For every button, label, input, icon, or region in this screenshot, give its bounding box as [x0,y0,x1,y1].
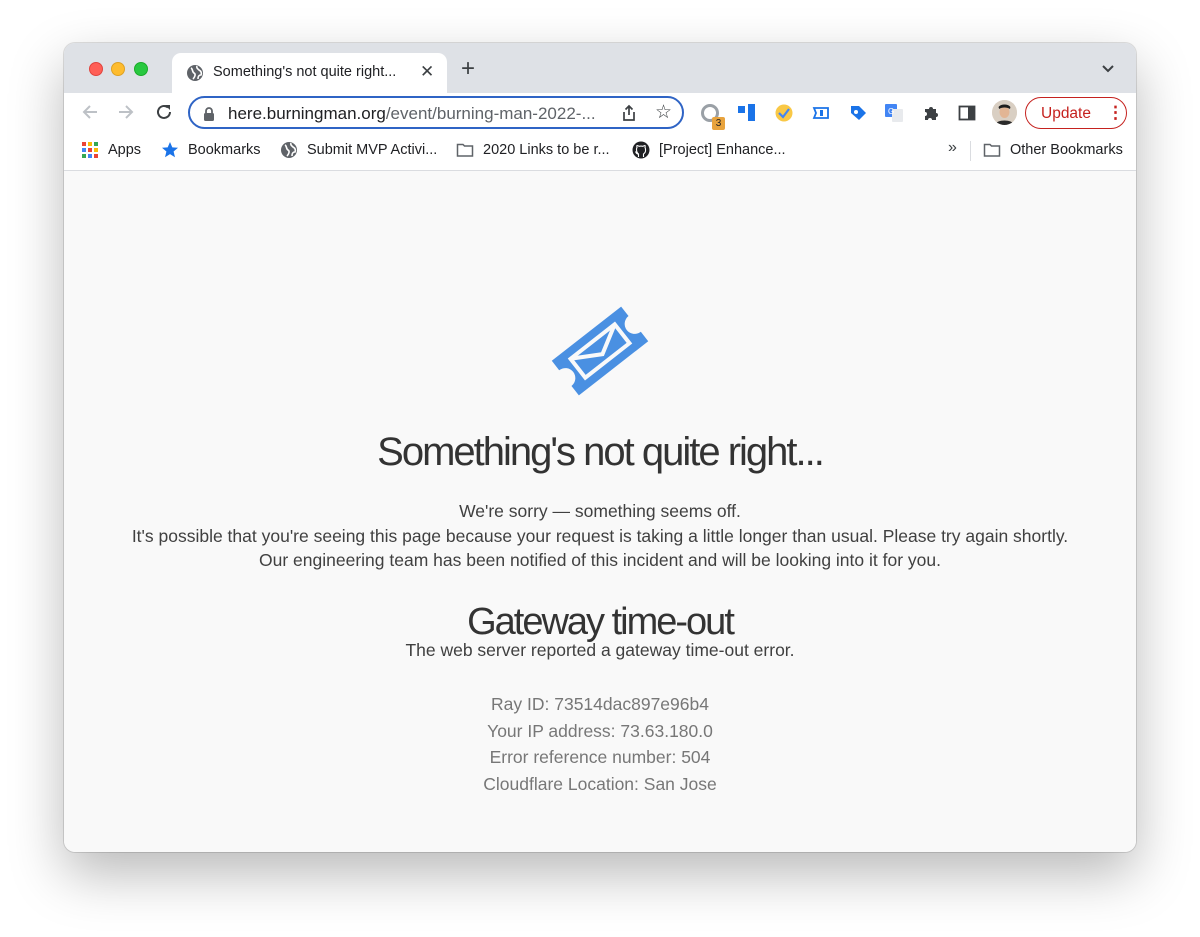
tab-strip: Something's not quite right... ✕ + [64,43,1136,93]
close-tab-icon[interactable]: ✕ [420,62,434,82]
folder-icon [456,143,474,157]
reload-icon[interactable] [153,101,175,123]
error-title: Gateway time-out [467,601,735,643]
bookmarks-bar: Apps Bookmarks Submit MVP Activi... 2020… [64,133,1136,171]
update-label: Update [1041,105,1091,122]
page-content: Something's not quite right... We're sor… [64,171,1136,852]
globe-icon [187,65,203,81]
bookmark-label: Bookmarks [188,142,261,158]
extension-badge: 3 [712,117,725,130]
checkmark-extension-icon[interactable] [774,103,794,123]
ray-id: Ray ID: 73514dac897e96b4 [491,694,709,714]
apology-message: We're sorry — something seems off. It's … [64,499,1136,573]
close-window-button[interactable] [89,62,103,76]
bookmarks-overflow-chevron[interactable]: » [948,139,957,157]
globe-icon [281,142,297,158]
profile-avatar[interactable] [992,100,1017,125]
side-panel-icon[interactable] [957,103,977,123]
svg-text:G: G [888,107,894,116]
folder-icon [983,143,1001,157]
ticket-logo-icon [551,306,649,396]
error-reference: Error reference number: 504 [489,747,711,767]
message-line: Our engineering team has been notified o… [259,550,941,570]
zoom-window-button[interactable] [134,62,148,76]
trello-icon[interactable] [737,103,757,123]
tag-extension-icon[interactable] [811,103,831,123]
url-text[interactable]: here.burningman.org/event/burning-man-20… [228,104,596,124]
cloudflare-location: Cloudflare Location: San Jose [483,773,717,794]
forward-arrow-icon[interactable] [115,101,137,123]
profile-photo-icon [992,100,1017,125]
kebab-menu-icon[interactable]: ⋮ [1107,104,1124,121]
bookmark-star-icon[interactable]: ☆ [655,101,672,124]
minimize-window-button[interactable] [111,62,125,76]
active-tab[interactable]: Something's not quite right... ✕ [172,53,447,93]
new-tab-button[interactable]: + [461,57,475,81]
bookmark-label: Submit MVP Activi... [307,142,438,158]
page-title: Something's not quite right... [377,430,825,474]
message-line: It's possible that you're seeing this pa… [131,525,1069,546]
apps-grid-icon [82,142,98,158]
google-translate-icon[interactable]: G [884,103,904,123]
star-icon [162,142,178,158]
error-details: Ray ID: 73514dac897e96b4 Your IP address… [64,691,1136,797]
github-icon [632,141,650,159]
extensions-puzzle-icon[interactable] [921,103,941,123]
back-arrow-icon[interactable] [79,101,101,123]
browser-window: Something's not quite right... ✕ + here.… [64,43,1136,852]
toolbar: here.burningman.org/event/burning-man-20… [64,93,1136,133]
url-domain: here.burningman.org [228,104,386,123]
share-icon[interactable] [620,104,638,122]
update-button[interactable]: Update ⋮ [1025,97,1127,129]
bookmarks-separator [970,141,971,161]
error-description: The web server reported a gateway time-o… [405,640,795,660]
lock-icon[interactable] [202,106,216,122]
tab-search-chevron-icon[interactable] [1100,60,1116,76]
tab-title: Something's not quite right... [213,64,397,80]
ip-address: Your IP address: 73.63.180.0 [487,720,713,741]
bookmark-label: Apps [108,142,142,158]
bookmark-label: 2020 Links to be r... [483,142,610,158]
message-line: We're sorry — something seems off. [459,501,741,521]
url-path: /event/burning-man-2022-... [385,104,596,123]
address-bar[interactable]: here.burningman.org/event/burning-man-20… [188,96,684,129]
bookmark-label: Other Bookmarks [1010,142,1123,158]
bookmark-label: [Project] Enhance... [659,142,786,158]
price-tag-icon[interactable] [848,103,868,123]
